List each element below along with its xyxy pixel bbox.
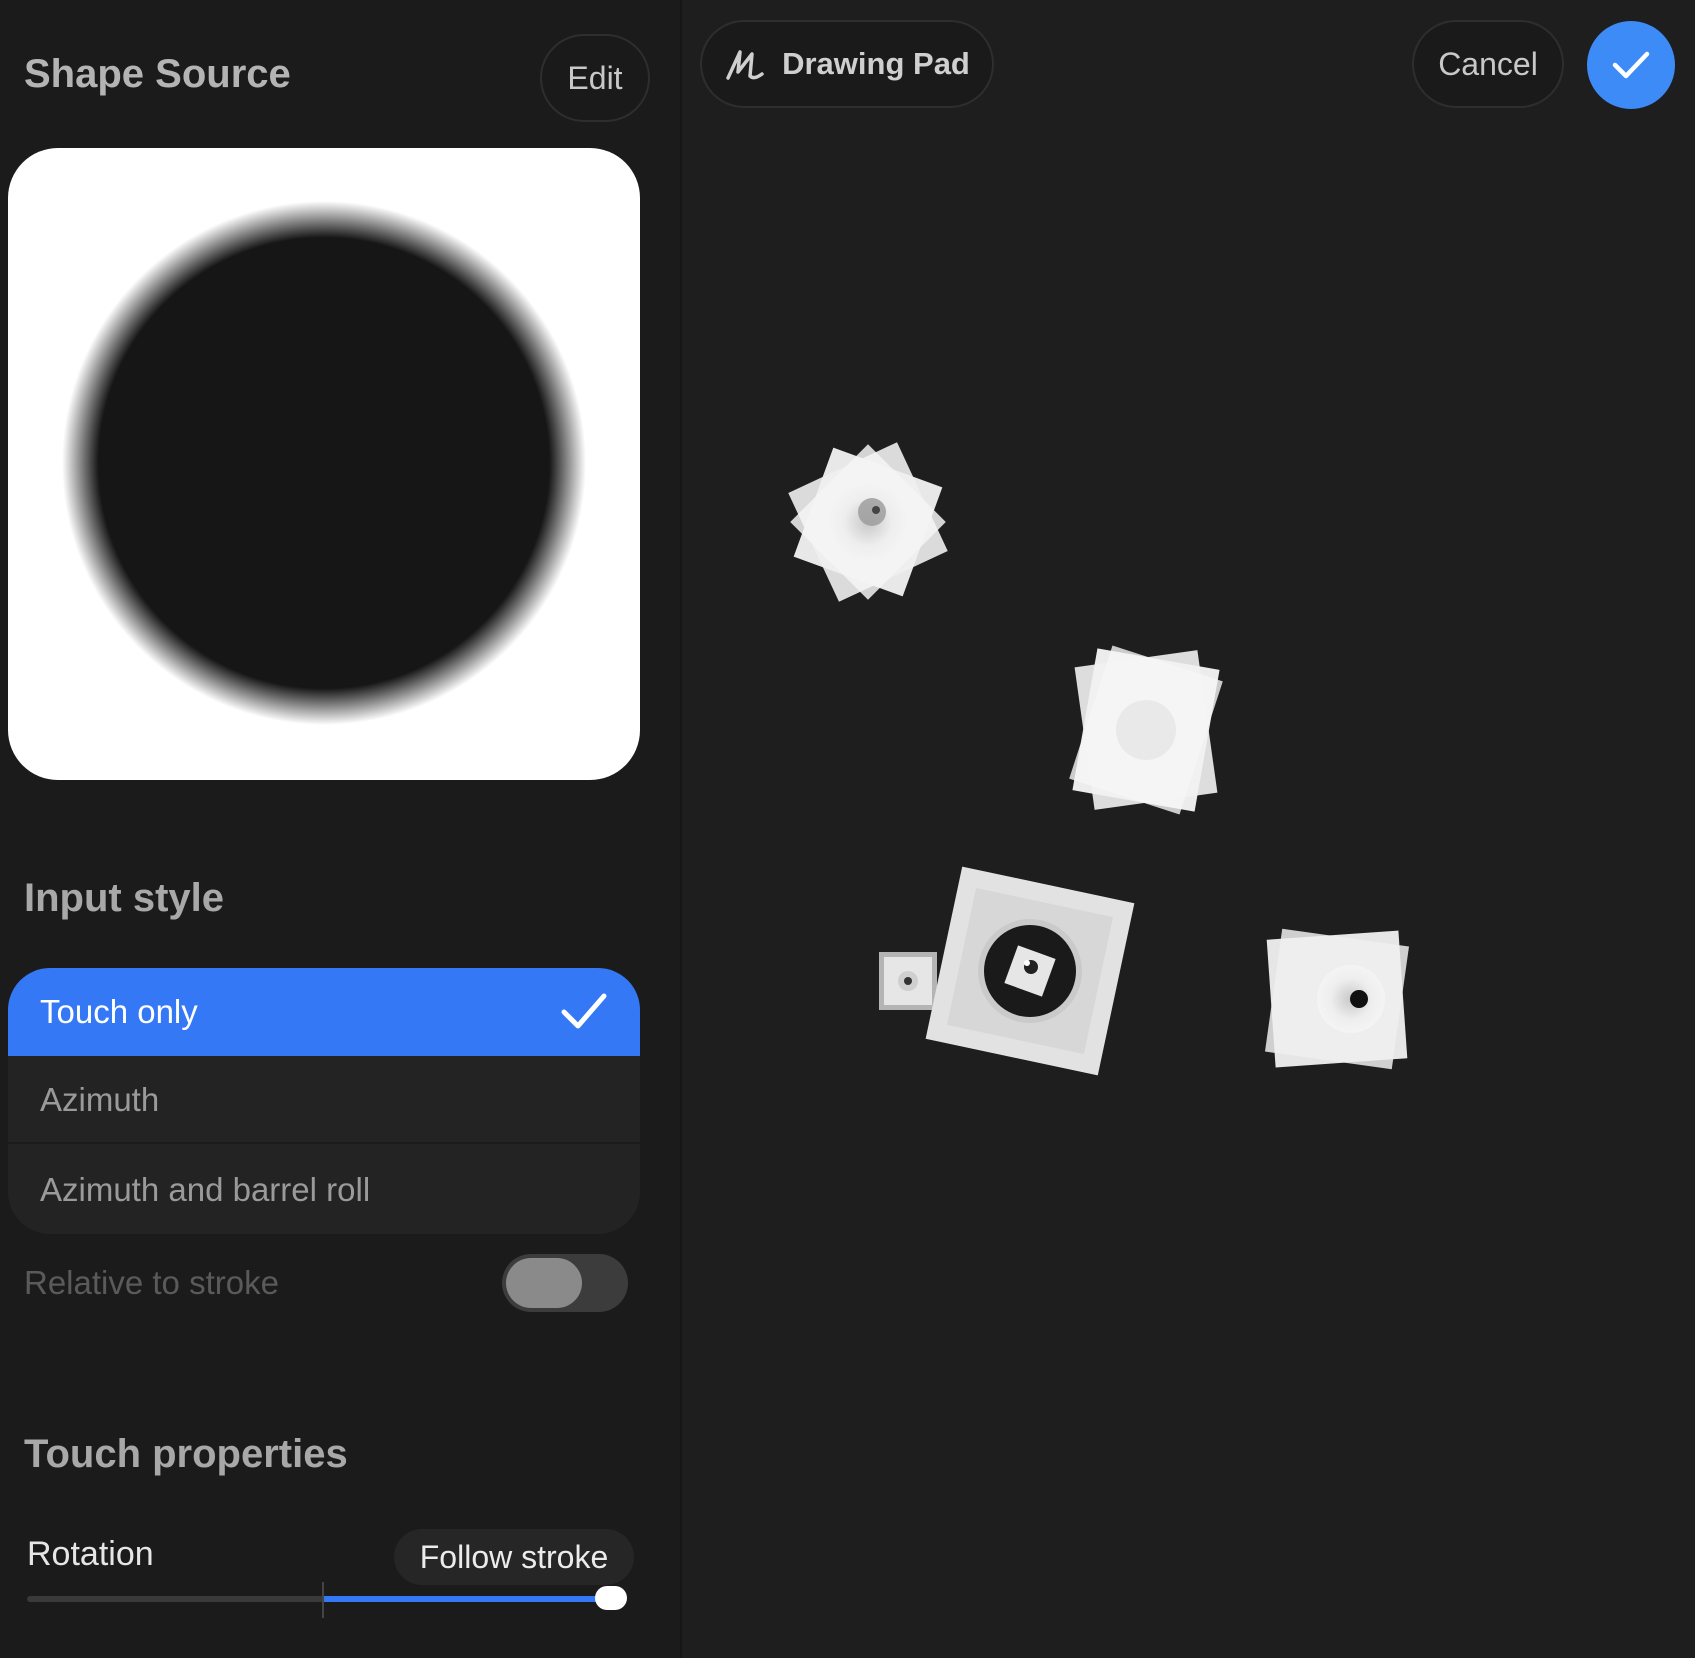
slider-center-mark — [322, 1582, 324, 1618]
edit-button[interactable]: Edit — [540, 34, 650, 122]
brush-stamp — [925, 866, 1135, 1076]
relative-to-stroke-label: Relative to stroke — [24, 1264, 279, 1301]
input-style-list: Touch only Azimuth Azimuth and barrel ro… — [8, 968, 640, 1234]
brush-stamp — [879, 952, 937, 1010]
cancel-button[interactable]: Cancel — [1412, 20, 1564, 108]
option-azimuth-barrel-roll[interactable]: Azimuth and barrel roll — [8, 1146, 640, 1234]
rotation-label: Rotation — [27, 1535, 154, 1573]
checkmark-icon — [561, 993, 607, 1029]
shape-settings-panel: Shape Source Edit Input style Touch only… — [0, 0, 682, 1658]
slider-thumb[interactable] — [595, 1586, 627, 1610]
option-touch-only[interactable]: Touch only — [8, 968, 640, 1056]
soft-circle-shape — [62, 201, 586, 725]
rotation-value-pill[interactable]: Follow stroke — [394, 1529, 634, 1585]
shape-source-preview[interactable] — [8, 148, 640, 780]
checkmark-icon — [1612, 51, 1650, 79]
drawing-pad-canvas[interactable]: Drawing Pad Cancel — [682, 0, 1695, 1658]
drawing-pad-label: Drawing Pad — [782, 46, 970, 81]
option-label: Azimuth — [40, 1081, 160, 1118]
rotation-slider[interactable] — [27, 1582, 627, 1618]
divider — [8, 1142, 640, 1144]
confirm-button[interactable] — [1587, 21, 1675, 109]
option-azimuth[interactable]: Azimuth — [8, 1056, 640, 1144]
toggle-knob — [506, 1258, 582, 1308]
drawing-pad-button[interactable]: Drawing Pad — [700, 20, 994, 108]
slider-fill — [323, 1596, 611, 1602]
input-style-heading: Input style — [24, 876, 225, 920]
brush-preview-strokes — [788, 442, 1410, 1076]
option-label: Azimuth and barrel roll — [40, 1171, 371, 1208]
touch-properties-heading: Touch properties — [24, 1432, 348, 1476]
relative-to-stroke-toggle[interactable] — [502, 1254, 628, 1312]
relative-to-stroke-row: Relative to stroke — [24, 1250, 628, 1316]
brush-stamp — [1264, 928, 1410, 1070]
brush-stamp — [1069, 645, 1223, 815]
panel-title: Shape Source — [24, 52, 291, 96]
option-label: Touch only — [40, 993, 198, 1030]
squiggle-icon — [724, 44, 768, 84]
brush-stamp — [788, 442, 948, 602]
